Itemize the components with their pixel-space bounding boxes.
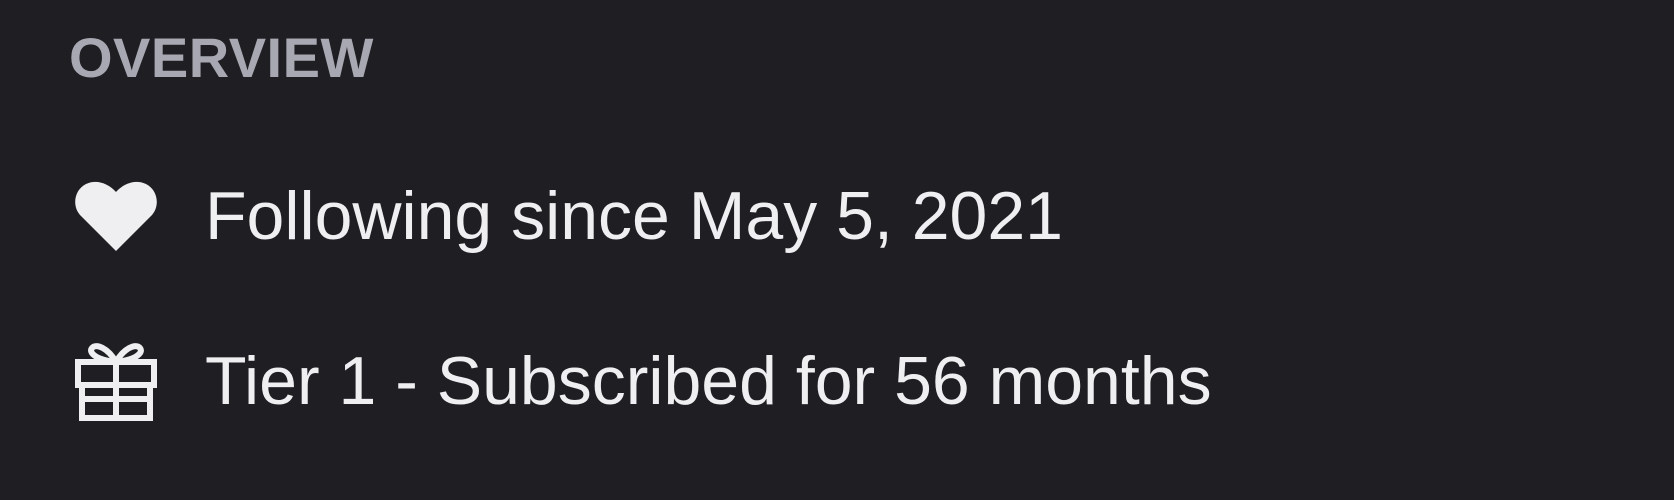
subscription-text: Tier 1 - Subscribed for 56 months (205, 343, 1212, 419)
subscription-row: Tier 1 - Subscribed for 56 months (75, 336, 1212, 426)
heart-icon (75, 171, 163, 261)
following-row: Following since May 5, 2021 (75, 171, 1063, 261)
section-title: OVERVIEW (69, 26, 374, 89)
following-since-text: Following since May 5, 2021 (205, 178, 1064, 254)
overview-section: OVERVIEW Following since May 5, 2021 Tie (0, 0, 1674, 500)
gift-icon (75, 336, 163, 426)
